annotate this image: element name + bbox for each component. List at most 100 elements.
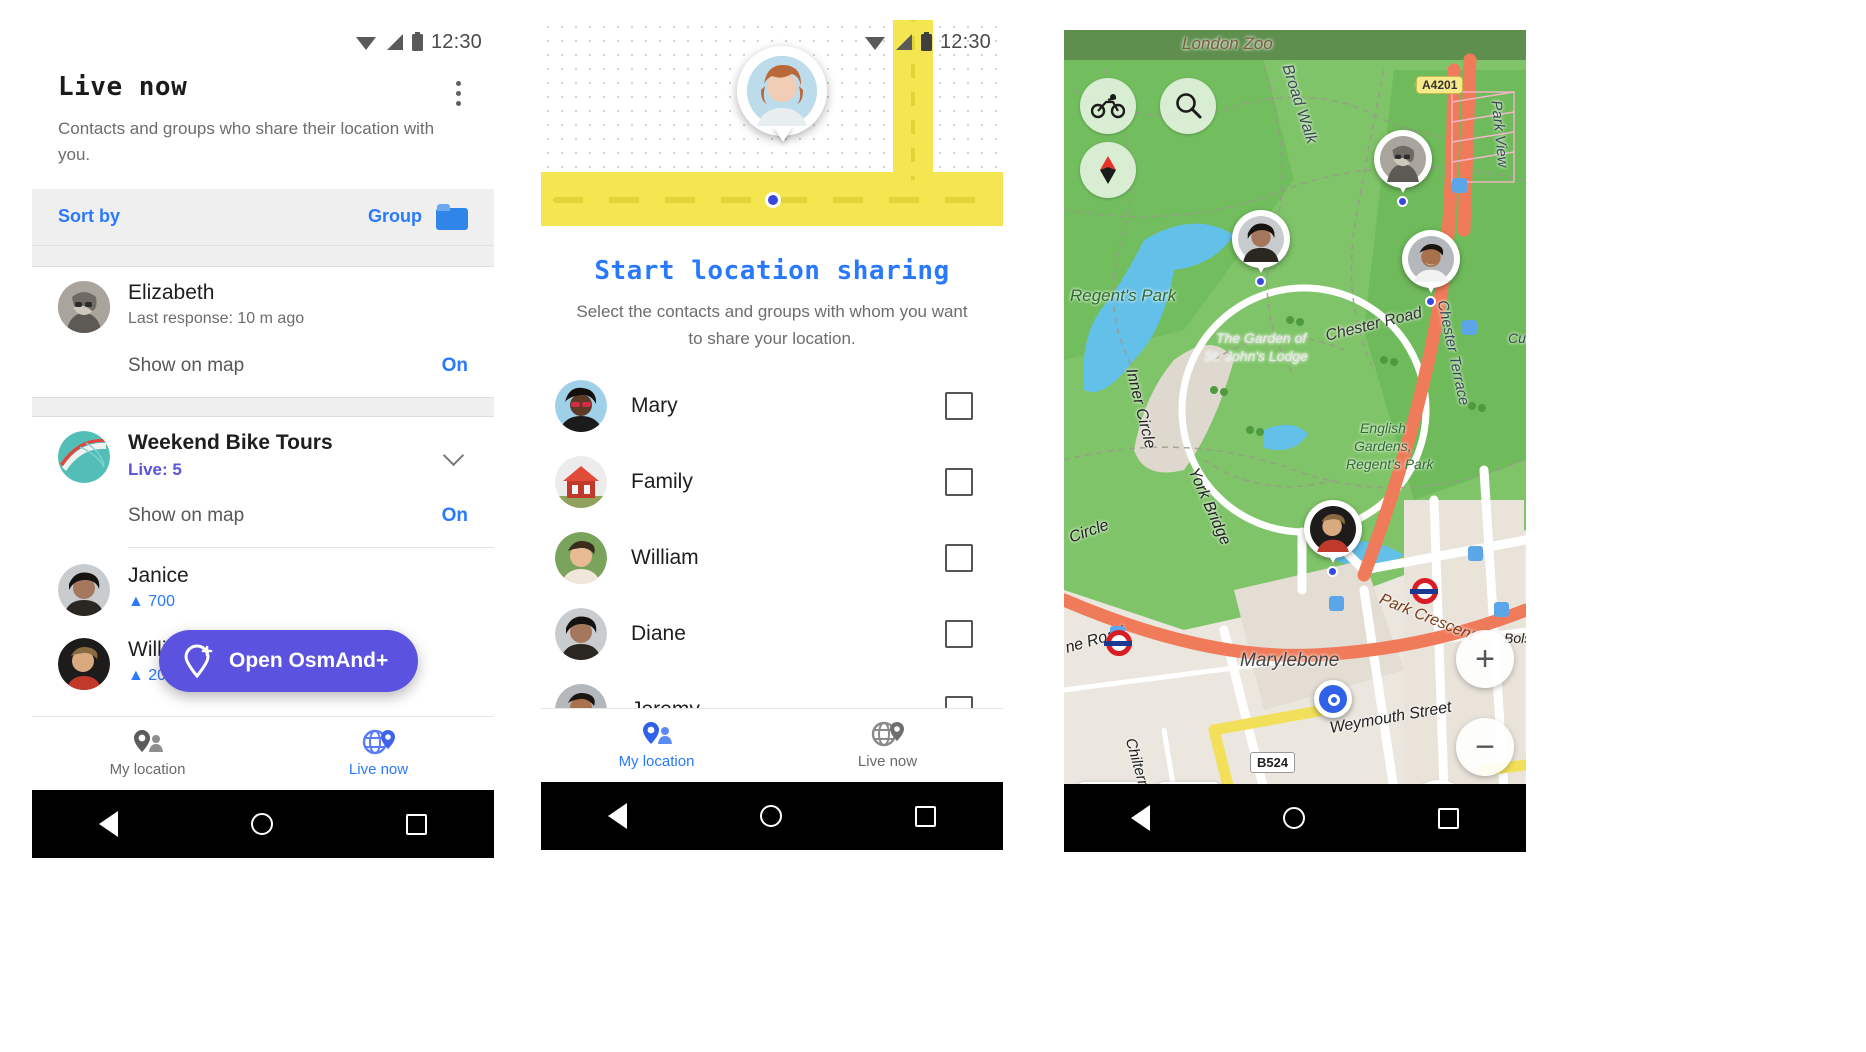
family-avatar xyxy=(555,456,607,509)
tab-my-location[interactable]: My location xyxy=(32,729,263,778)
contact-status: Last response: 10 m ago xyxy=(128,309,305,327)
phone-screen-start-sharing: 12:30 Start location sharing Select the … xyxy=(541,20,1003,850)
show-on-map-label: Show on map xyxy=(128,504,245,526)
contact-row[interactable]: Family xyxy=(541,444,1003,520)
contact-name: William xyxy=(631,546,699,570)
avatar xyxy=(555,608,607,661)
screenshot-stage: 12:30 Live now Contacts and groups who s… xyxy=(0,0,1866,1052)
back-icon[interactable] xyxy=(607,803,627,829)
list-item[interactable]: Weekend Bike Tours Live: 5 xyxy=(32,417,494,483)
live-globe-pin-icon xyxy=(871,721,904,747)
status-bar: 12:30 xyxy=(541,20,1003,64)
chevron-down-icon[interactable] xyxy=(442,443,468,469)
contact-row[interactable]: Diane xyxy=(541,596,1003,672)
self-avatar xyxy=(747,56,817,126)
show-on-map-value[interactable]: On xyxy=(442,505,468,527)
jeremy-map-pin[interactable] xyxy=(1402,230,1460,293)
avatar xyxy=(555,456,607,509)
sort-bar[interactable]: Sort by Group xyxy=(32,188,494,245)
contact-row[interactable]: Mary xyxy=(541,368,1003,444)
page-subtitle: Contacts and groups who share their loca… xyxy=(58,119,435,165)
compass-icon xyxy=(1100,156,1116,184)
tab-label: My location xyxy=(618,753,695,770)
location-dot xyxy=(1255,276,1266,287)
my-location-pin-icon xyxy=(133,730,163,752)
contact-name: Mary xyxy=(631,394,678,418)
avatar xyxy=(58,430,110,483)
location-dot xyxy=(1327,566,1338,577)
zoom-in-button[interactable]: + xyxy=(1456,630,1514,688)
recents-icon[interactable] xyxy=(406,813,428,835)
signal-icon xyxy=(386,34,403,50)
diane-avatar xyxy=(555,608,607,661)
overflow-menu-icon[interactable] xyxy=(444,76,472,110)
osmand-plus-icon xyxy=(184,644,213,678)
william-avatar xyxy=(1310,506,1356,552)
signal-icon xyxy=(895,34,912,50)
member-distance: ▲ 700 xyxy=(128,592,175,610)
pin-tail xyxy=(773,126,793,142)
show-on-map-label: Show on map xyxy=(128,354,245,376)
status-time: 12:30 xyxy=(430,30,482,53)
phone-screen-live-now: 12:30 Live now Contacts and groups who s… xyxy=(32,20,494,858)
william-avatar xyxy=(555,532,607,585)
back-icon[interactable] xyxy=(98,811,118,837)
page-title: Live now xyxy=(58,72,188,102)
folder-icon[interactable] xyxy=(436,203,468,230)
contact-checkbox[interactable] xyxy=(945,392,973,421)
recents-icon[interactable] xyxy=(1438,807,1460,829)
my-location-pin-icon xyxy=(642,722,672,744)
avatar xyxy=(58,563,110,616)
contact-name: Family xyxy=(631,470,693,494)
recents-icon[interactable] xyxy=(915,805,937,827)
tab-my-location[interactable]: My location xyxy=(541,721,772,770)
bicycle-profile-button[interactable] xyxy=(1080,78,1136,134)
contact-checkbox[interactable] xyxy=(945,468,973,497)
contact-list: Mary Family William Diane xyxy=(541,368,1003,748)
underground-station-icon xyxy=(1410,578,1438,604)
back-icon[interactable] xyxy=(1130,805,1150,831)
show-on-map-value[interactable]: On xyxy=(442,355,468,377)
show-on-map-row[interactable]: Show on map On xyxy=(32,333,494,397)
bus-stop-icon xyxy=(1462,320,1477,335)
elizabeth-avatar xyxy=(1380,136,1426,182)
contact-checkbox[interactable] xyxy=(945,620,973,649)
tab-live-now[interactable]: Live now xyxy=(263,729,494,778)
android-nav-bar xyxy=(541,782,1003,850)
home-icon[interactable] xyxy=(1282,807,1305,829)
list-item[interactable]: Janice ▲ 700 xyxy=(32,548,494,616)
william-map-pin[interactable] xyxy=(1304,500,1362,563)
map-canvas[interactable]: 12:30 London ZooBroad WalkA4201Park View… xyxy=(1064,30,1526,852)
battery-icon xyxy=(920,32,932,51)
show-on-map-row[interactable]: Show on map On xyxy=(32,483,494,547)
tab-label: My location xyxy=(109,761,186,778)
tab-live-now[interactable]: Live now xyxy=(772,721,1003,770)
home-icon[interactable] xyxy=(759,805,782,827)
member-name: Janice xyxy=(128,563,189,587)
status-time: 12:30 xyxy=(939,30,991,53)
search-button[interactable] xyxy=(1160,78,1216,134)
avatar xyxy=(555,532,607,585)
open-osmand-button[interactable]: Open OsmAnd+ xyxy=(159,630,419,692)
home-icon[interactable] xyxy=(250,813,273,835)
elizabeth-avatar xyxy=(58,280,110,333)
list-item-text: Janice ▲ 700 xyxy=(128,564,468,611)
list-item-text: Elizabeth Last response: 10 m ago xyxy=(128,281,468,328)
list-item-text: Weekend Bike Tours Live: 5 xyxy=(128,431,442,480)
road-shield-b524: B524 xyxy=(1250,752,1296,773)
group-name: Weekend Bike Tours xyxy=(128,430,333,454)
elizabeth-map-pin[interactable] xyxy=(1374,130,1432,193)
list-item[interactable]: Elizabeth Last response: 10 m ago xyxy=(32,267,494,333)
avatar xyxy=(58,280,110,333)
zoom-out-button[interactable]: − xyxy=(1456,718,1514,776)
location-dot xyxy=(1397,196,1408,207)
janice-map-pin[interactable] xyxy=(1232,210,1290,273)
janice-avatar xyxy=(58,563,110,616)
contact-checkbox[interactable] xyxy=(945,544,973,573)
compass-button[interactable] xyxy=(1080,142,1136,198)
bicycle-icon xyxy=(1091,94,1125,119)
sort-by-value: Group xyxy=(368,206,422,227)
location-dot xyxy=(1425,296,1436,307)
contact-row[interactable]: William xyxy=(541,520,1003,596)
page-subtitle: Select the contacts and groups with whom… xyxy=(576,302,968,349)
